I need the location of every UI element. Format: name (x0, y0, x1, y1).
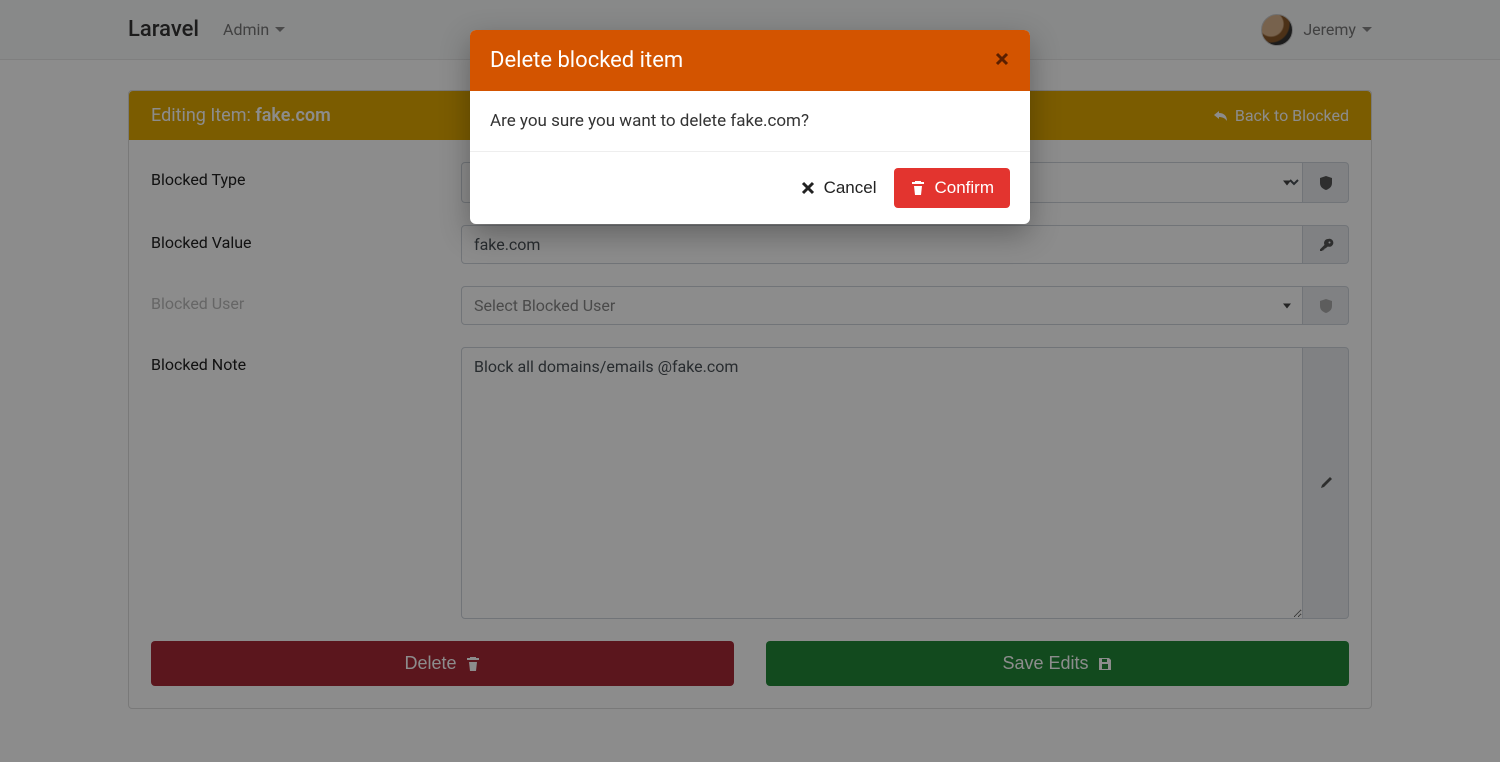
confirm-label: Confirm (934, 178, 994, 198)
modal-footer: Cancel Confirm (470, 151, 1030, 224)
delete-modal: Delete blocked item Are you sure you wan… (470, 30, 1030, 224)
modal-header: Delete blocked item (470, 30, 1030, 91)
close-icon (800, 180, 816, 196)
modal-title: Delete blocked item (490, 48, 683, 73)
modal-close-button[interactable] (994, 51, 1010, 71)
trash-icon (910, 180, 926, 196)
confirm-button[interactable]: Confirm (894, 168, 1010, 208)
modal-overlay[interactable]: Delete blocked item Are you sure you wan… (0, 0, 1500, 762)
close-icon (994, 51, 1010, 67)
cancel-label: Cancel (824, 178, 877, 198)
modal-body: Are you sure you want to delete fake.com… (470, 91, 1030, 151)
cancel-button[interactable]: Cancel (800, 178, 877, 198)
